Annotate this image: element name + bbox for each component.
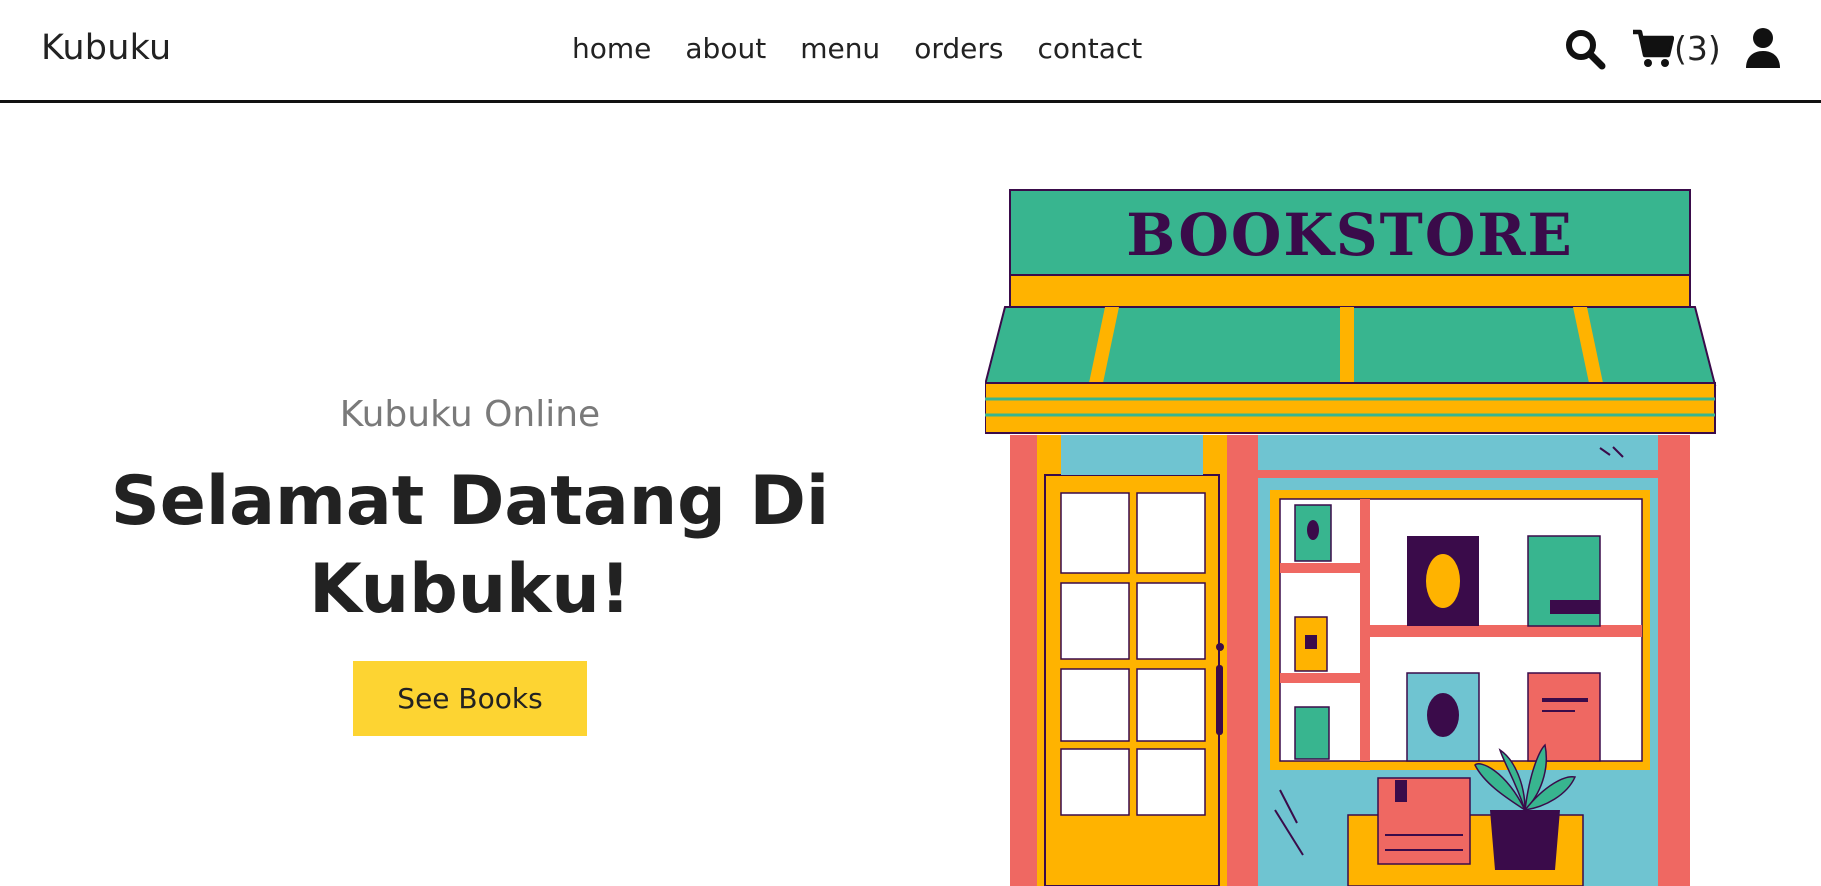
hero-title: Selamat Datang Di Kubuku! [110, 462, 830, 629]
nav-link-menu[interactable]: menu [800, 32, 880, 65]
cart-icon [1632, 27, 1675, 69]
search-icon[interactable] [1564, 28, 1606, 70]
site-header: Kubuku home about menu orders contact (3 [0, 0, 1821, 103]
hero-subtitle: Kubuku Online [339, 394, 601, 435]
nav-link-contact[interactable]: contact [1037, 32, 1142, 65]
main-nav: home about menu orders contact [572, 32, 1176, 65]
nav-link-home[interactable]: home [572, 32, 651, 65]
user-icon[interactable] [1744, 27, 1782, 69]
bookstore-illustration: BOOKSTORE [983, 185, 1720, 886]
nav-link-orders[interactable]: orders [914, 32, 1003, 65]
site-logo[interactable]: Kubuku [41, 28, 171, 68]
cart-count: (3) [1674, 28, 1721, 68]
nav-link-about[interactable]: about [685, 32, 766, 65]
cart-button[interactable]: (3) [1632, 26, 1721, 70]
sign-text: BOOKSTORE [1126, 201, 1574, 269]
see-books-button[interactable]: See Books [353, 661, 587, 736]
